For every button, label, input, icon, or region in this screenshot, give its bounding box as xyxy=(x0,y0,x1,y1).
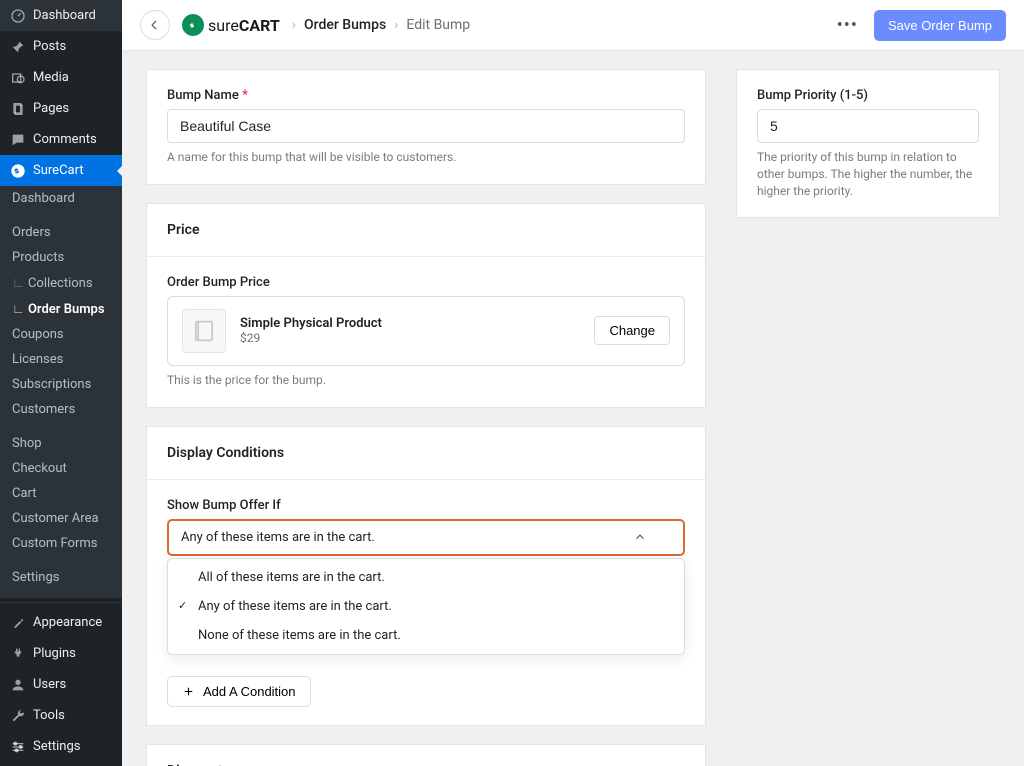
price-hint: This is the price for the bump. xyxy=(167,372,685,389)
sub-subscriptions[interactable]: Subscriptions xyxy=(0,372,122,397)
sub-coupons[interactable]: Coupons xyxy=(0,322,122,347)
product-name: Simple Physical Product xyxy=(240,316,382,331)
sub-customer-area[interactable]: Customer Area xyxy=(0,506,122,531)
conditions-heading: Display Conditions xyxy=(167,445,685,461)
wp-admin-sidebar: Dashboard Posts Media Pages Comments xyxy=(0,0,122,766)
discount-card: Discount Discount Amount xyxy=(146,744,706,766)
crumb-current: Edit Bump xyxy=(406,17,470,33)
condition-option-all[interactable]: All of these items are in the cart. xyxy=(168,563,684,592)
add-condition-button[interactable]: Add A Condition xyxy=(167,676,311,707)
bump-name-hint: A name for this bump that will be visibl… xyxy=(167,149,685,166)
surecart-icon xyxy=(9,162,26,179)
chevron-right-icon: › xyxy=(394,17,398,33)
sub-licenses[interactable]: Licenses xyxy=(0,347,122,372)
nav-surecart[interactable]: SureCart xyxy=(0,155,122,186)
bump-name-card: Bump Name * A name for this bump that wi… xyxy=(146,69,706,185)
sub-cart[interactable]: Cart xyxy=(0,481,122,506)
save-button[interactable]: Save Order Bump xyxy=(874,10,1006,41)
condition-dropdown: All of these items are in the cart. Any … xyxy=(167,558,685,655)
sub-settings[interactable]: Settings xyxy=(0,565,122,590)
brand-logo: sureCART xyxy=(182,14,280,36)
separator xyxy=(0,215,122,216)
sub-collections[interactable]: ∟ Collections xyxy=(0,270,122,296)
plug-icon xyxy=(9,645,26,662)
nav-settings[interactable]: Settings xyxy=(0,731,122,762)
surecart-submenu: Dashboard Orders Products ∟ Collections … xyxy=(0,186,122,598)
condition-selected-value: Any of these items are in the cart. xyxy=(181,530,375,545)
wrench-icon xyxy=(9,707,26,724)
price-card: Price Order Bump Price Simple Physical P… xyxy=(146,203,706,408)
priority-card: Bump Priority (1-5) The priority of this… xyxy=(736,69,1000,218)
sub-checkout[interactable]: Checkout xyxy=(0,456,122,481)
pin-icon xyxy=(9,38,26,55)
price-heading: Price xyxy=(167,222,685,238)
sub-shop[interactable]: Shop xyxy=(0,431,122,456)
brush-icon xyxy=(9,614,26,631)
comment-icon xyxy=(9,131,26,148)
media-icon xyxy=(9,69,26,86)
separator xyxy=(0,560,122,561)
order-bump-price-row: Simple Physical Product $29 Change xyxy=(167,296,685,366)
sub-order-bumps[interactable]: ∟ Order Bumps xyxy=(0,296,122,322)
change-price-button[interactable]: Change xyxy=(594,316,670,345)
priority-hint: The priority of this bump in relation to… xyxy=(757,149,979,199)
nav-label: Pages xyxy=(33,101,69,116)
chevron-right-icon: › xyxy=(292,17,296,33)
nav-media[interactable]: Media xyxy=(0,62,122,93)
nav-label: Posts xyxy=(33,39,66,54)
separator xyxy=(0,602,122,603)
nav-users[interactable]: Users xyxy=(0,669,122,700)
nav-dashboard[interactable]: Dashboard xyxy=(0,0,122,31)
condition-option-any[interactable]: Any of these items are in the cart. xyxy=(168,592,684,621)
nav-tools[interactable]: Tools xyxy=(0,700,122,731)
nav-label: Plugins xyxy=(33,646,76,661)
nav-label: Tools xyxy=(33,708,65,723)
condition-select[interactable]: Any of these items are in the cart. xyxy=(167,519,685,556)
bump-name-label: Bump Name * xyxy=(167,88,685,103)
nav-plugins[interactable]: Plugins xyxy=(0,638,122,669)
back-button[interactable] xyxy=(140,10,170,40)
plus-icon xyxy=(182,685,195,698)
bump-name-input[interactable] xyxy=(167,109,685,143)
sub-custom-forms[interactable]: Custom Forms xyxy=(0,531,122,556)
crumb-parent[interactable]: Order Bumps xyxy=(304,17,386,33)
nav-label: Dashboard xyxy=(33,8,96,23)
priority-label: Bump Priority (1-5) xyxy=(757,88,979,103)
product-thumbnail xyxy=(182,309,226,353)
nav-label: Users xyxy=(33,677,66,692)
collapse-menu[interactable]: Collapse menu xyxy=(0,762,122,766)
sliders-icon xyxy=(9,738,26,755)
nav-appearance[interactable]: Appearance xyxy=(0,607,122,638)
separator xyxy=(0,426,122,427)
product-price: $29 xyxy=(240,331,382,345)
pages-icon xyxy=(9,100,26,117)
breadcrumb: › Order Bumps › Edit Bump xyxy=(292,17,470,33)
nav-pages[interactable]: Pages xyxy=(0,93,122,124)
nav-label: Settings xyxy=(33,739,80,754)
nav-comments[interactable]: Comments xyxy=(0,124,122,155)
user-icon xyxy=(9,676,26,693)
price-label: Order Bump Price xyxy=(167,275,685,290)
sub-products[interactable]: Products xyxy=(0,245,122,270)
nav-label: SureCart xyxy=(33,163,84,178)
nav-label: Media xyxy=(33,70,69,85)
sub-dashboard[interactable]: Dashboard xyxy=(0,186,122,211)
nav-label: Appearance xyxy=(33,615,102,630)
sub-orders[interactable]: Orders xyxy=(0,220,122,245)
discount-heading: Discount xyxy=(167,763,685,766)
brand-mark-icon xyxy=(182,14,204,36)
dashboard-icon xyxy=(9,7,26,24)
condition-option-none[interactable]: None of these items are in the cart. xyxy=(168,621,684,650)
priority-input[interactable] xyxy=(757,109,979,143)
nav-label: Comments xyxy=(33,132,97,147)
conditions-card: Display Conditions Show Bump Offer If An… xyxy=(146,426,706,726)
more-actions-button[interactable]: ••• xyxy=(831,11,864,40)
sub-customers[interactable]: Customers xyxy=(0,397,122,422)
nav-posts[interactable]: Posts xyxy=(0,31,122,62)
chevron-up-icon xyxy=(633,530,647,544)
topbar: sureCART › Order Bumps › Edit Bump ••• S… xyxy=(122,0,1024,51)
show-bump-label: Show Bump Offer If xyxy=(167,498,685,513)
